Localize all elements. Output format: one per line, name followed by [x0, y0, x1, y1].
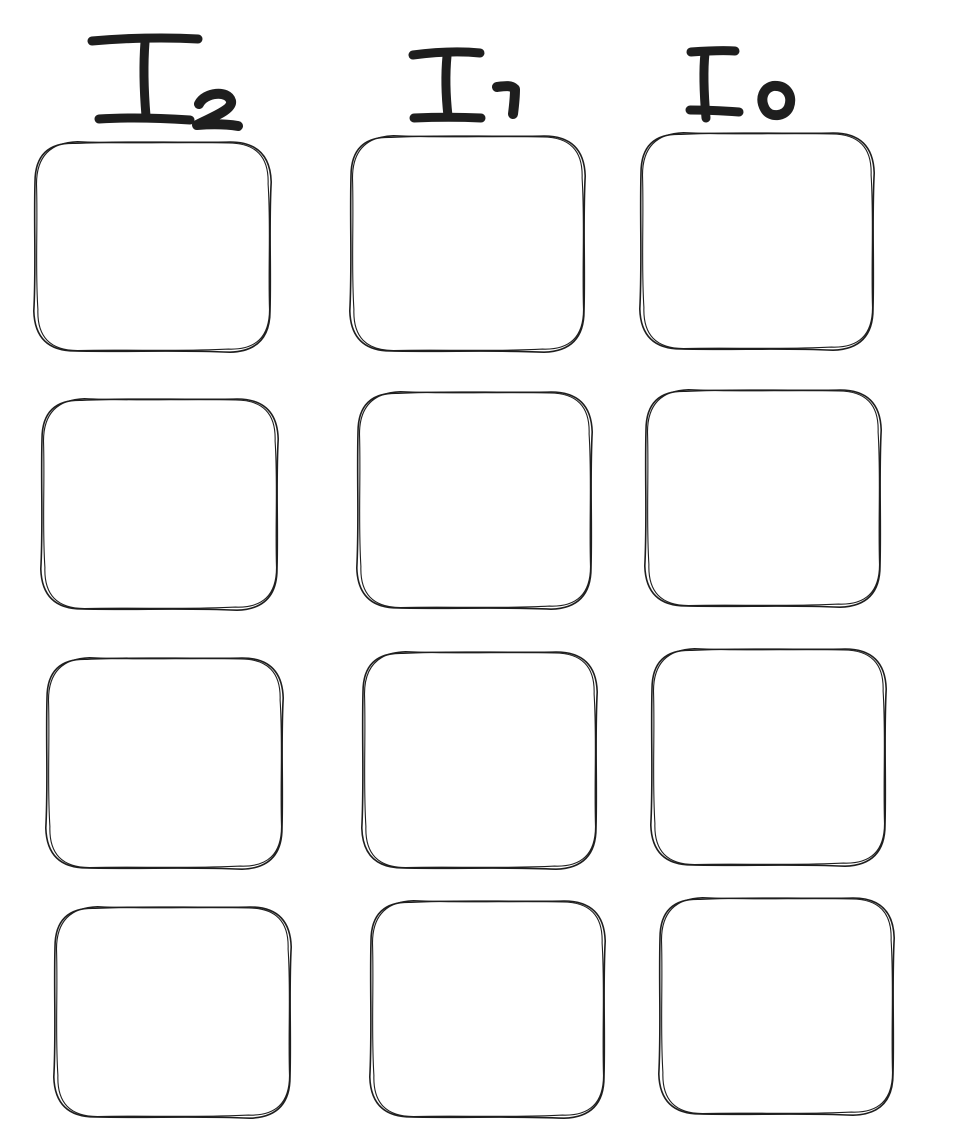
cell-box-outline-stroke	[42, 398, 278, 610]
cell-box-outline-stroke	[363, 651, 597, 869]
cell-box-outline	[644, 389, 882, 608]
cell-box-row3-i2	[45, 657, 284, 870]
cell-box-row3-i1	[361, 651, 598, 870]
cell-box-row2-i0	[644, 389, 882, 608]
column-header-i0	[685, 46, 796, 123]
cell-box-outline	[361, 651, 598, 870]
cell-box-outline-stroke	[358, 391, 592, 609]
cell-box-row1-i1	[349, 135, 586, 353]
cell-box-outline	[639, 132, 875, 351]
cell-box-outline-stroke	[351, 135, 585, 352]
cell-box-outline-stroke	[371, 900, 605, 1118]
cell-box-outline-stroke	[652, 648, 886, 866]
truth-table-sketch: I2	[33, 33, 895, 1119]
cell-box-outline-stroke	[646, 389, 881, 607]
cell-box-row4-i1	[369, 900, 606, 1119]
cell-box-outline-stroke	[641, 132, 874, 350]
cell-box-outline	[40, 398, 279, 611]
cell-box-outline-stroke	[660, 897, 894, 1115]
cell-box-row1-i0	[639, 132, 875, 351]
cell-box-outline	[356, 391, 593, 610]
cell-box-outline	[45, 657, 284, 870]
cell-box-outline-stroke	[35, 141, 271, 352]
cell-box-row1-i2	[33, 141, 272, 353]
cell-grid	[33, 132, 895, 1119]
cell-box-outline-stroke	[55, 906, 291, 1118]
column-header-i1	[408, 47, 520, 123]
cell-box-outline	[349, 135, 586, 353]
cell-box-row2-i1	[356, 391, 593, 610]
cell-box-outline	[369, 900, 606, 1119]
cell-box-row3-i0	[650, 648, 887, 867]
cell-box-outline	[53, 906, 292, 1119]
cell-box-outline	[658, 897, 895, 1116]
cell-box-row2-i2	[40, 398, 279, 611]
column-header-i2	[87, 33, 243, 131]
cell-box-outline	[650, 648, 887, 867]
cell-box-row4-i2	[53, 906, 292, 1119]
cell-box-outline	[33, 141, 272, 353]
cell-box-row4-i0	[658, 897, 895, 1116]
cell-box-outline-stroke	[47, 657, 283, 869]
